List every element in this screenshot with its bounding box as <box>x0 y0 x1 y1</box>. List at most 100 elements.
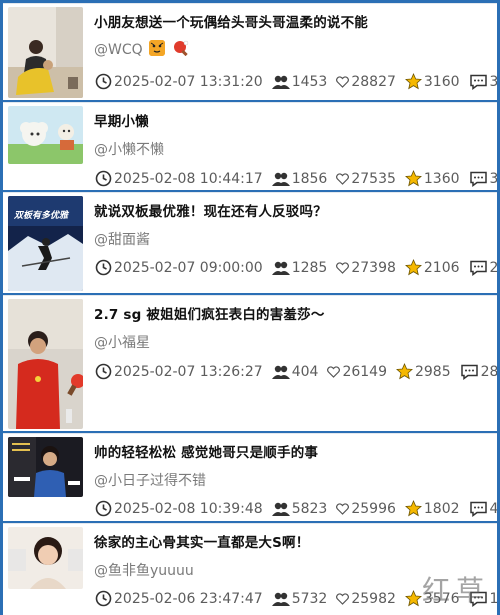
comment-icon <box>469 260 487 276</box>
post-thumbnail[interactable] <box>8 106 83 164</box>
post-card[interactable]: 小朋友想送一个玩偶给头哥头哥温柔的说不能 @WCQ 2025-02-07 13:… <box>3 3 497 100</box>
post-author[interactable]: @小福星 <box>94 332 150 352</box>
clock-icon <box>95 500 112 517</box>
post-card[interactable]: 帅的轻轻松松 感觉她哥只是顺手的事 @小日子过得不错 2025-02-08 10… <box>3 433 497 521</box>
star-icon <box>404 73 422 90</box>
heart-icon <box>336 261 350 274</box>
post-thumbnail[interactable] <box>8 7 83 98</box>
star-icon <box>396 363 413 380</box>
stars-stat[interactable]: 1360 <box>404 170 460 187</box>
likes-count: 25996 <box>351 500 396 517</box>
comments-count: 39 <box>490 74 497 90</box>
viewers-count: 404 <box>291 363 319 380</box>
heart-icon <box>336 75 350 88</box>
stars-count: 2985 <box>414 363 451 380</box>
date-stat: 2025-02-06 23:47:47 <box>95 590 263 607</box>
post-date: 2025-02-07 09:00:00 <box>114 259 263 276</box>
heart-icon <box>336 172 350 185</box>
post-date: 2025-02-08 10:39:48 <box>114 500 263 517</box>
viewers-stat: 1285 <box>271 259 328 276</box>
viewers-stat: 5732 <box>271 590 328 607</box>
clock-icon <box>95 259 112 276</box>
clock-icon <box>95 363 112 380</box>
post-author[interactable]: @WCQ <box>94 40 189 58</box>
clock-icon <box>95 590 112 607</box>
post-thumbnail[interactable] <box>8 299 83 429</box>
users-icon <box>271 502 290 516</box>
comments-stat[interactable]: 439 <box>469 501 497 517</box>
comments-stat[interactable]: 311 <box>469 171 497 187</box>
post-title[interactable]: 就说双板最优雅！现在还有人反驳吗？ <box>94 200 327 220</box>
comment-icon <box>469 501 487 517</box>
clock-icon <box>95 73 112 90</box>
comments-stat[interactable]: 283 <box>460 364 497 380</box>
thumbnail-caption: 双板有多优雅 <box>14 211 69 221</box>
viewers-count: 1453 <box>291 73 328 90</box>
post-thumbnail[interactable]: 双板有多优雅 <box>8 196 83 291</box>
stars-stat[interactable]: 2985 <box>396 363 451 380</box>
post-author[interactable]: @小懒不懒 <box>94 139 164 159</box>
post-title[interactable]: 2.7 sg 被姐姐们疯狂表白的害羞莎～ <box>94 303 325 323</box>
likes-count: 27398 <box>351 259 396 276</box>
users-icon <box>271 75 290 89</box>
likes-stat[interactable]: 27398 <box>336 260 396 276</box>
post-author[interactable]: @小日子过得不错 <box>94 470 206 490</box>
post-title[interactable]: 小朋友想送一个玩偶给头哥头哥温柔的说不能 <box>94 11 368 31</box>
stars-stat[interactable]: 2106 <box>404 259 460 276</box>
post-title[interactable]: 早期小懒 <box>94 110 149 130</box>
star-icon <box>404 170 422 187</box>
likes-count: 25982 <box>351 590 396 607</box>
author-name: @小福星 <box>94 335 150 351</box>
date-stat: 2025-02-08 10:44:17 <box>95 170 263 187</box>
post-card[interactable]: 双板有多优雅 就说双板最优雅！现在还有人反驳吗？ @甜面酱 2025-02-07… <box>3 192 497 293</box>
clock-icon <box>95 170 112 187</box>
post-stats: 2025-02-07 13:31:20 1453 28827 3160 39 <box>95 73 497 90</box>
post-author[interactable]: @鱼非鱼yuuuu <box>94 560 194 580</box>
viewers-stat: 1453 <box>271 73 328 90</box>
post-thumbnail[interactable] <box>8 527 83 589</box>
likes-stat[interactable]: 26149 <box>327 364 387 380</box>
post-date: 2025-02-06 23:47:47 <box>114 590 263 607</box>
author-name: @鱼非鱼yuuuu <box>94 563 194 579</box>
stars-count: 1802 <box>423 500 460 517</box>
stars-stat[interactable]: 3160 <box>404 73 460 90</box>
users-icon <box>271 172 290 186</box>
comment-icon <box>460 364 478 380</box>
post-title[interactable]: 帅的轻轻松松 感觉她哥只是顺手的事 <box>94 441 318 461</box>
post-thumbnail[interactable] <box>8 437 83 497</box>
comments-count: 311 <box>490 171 497 187</box>
viewers-stat: 1856 <box>271 171 327 187</box>
star-icon <box>404 590 422 607</box>
post-date: 2025-02-07 13:31:20 <box>114 73 263 90</box>
stars-stat[interactable]: 1802 <box>404 500 460 517</box>
heart-icon <box>336 502 350 515</box>
post-title[interactable]: 徐家的主心骨其实一直都是大S啊！ <box>94 531 309 551</box>
likes-count: 27535 <box>351 170 396 187</box>
author-name: @小日子过得不错 <box>94 473 206 489</box>
comments-stat[interactable]: 2920 <box>469 260 497 276</box>
comments-count: 439 <box>490 501 497 517</box>
comments-count: 283 <box>480 363 497 380</box>
likes-stat[interactable]: 25996 <box>336 501 396 517</box>
tiger-emoji-icon <box>149 40 166 56</box>
viewers-count: 1285 <box>291 259 328 276</box>
likes-stat[interactable]: 27535 <box>336 171 396 187</box>
date-stat: 2025-02-07 13:26:27 <box>95 363 263 380</box>
post-card[interactable]: 早期小懒 @小懒不懒 2025-02-08 10:44:17 1856 2753… <box>3 102 497 190</box>
date-stat: 2025-02-07 13:31:20 <box>95 73 263 90</box>
author-name: @小懒不懒 <box>94 142 164 158</box>
viewers-count: 5823 <box>291 500 328 517</box>
comment-icon <box>469 74 487 90</box>
likes-stat[interactable]: 28827 <box>336 74 396 90</box>
likes-stat[interactable]: 25982 <box>336 591 396 607</box>
post-author[interactable]: @甜面酱 <box>94 229 150 249</box>
post-stats: 2025-02-07 13:26:27 404 26149 2985 283 <box>95 363 497 380</box>
likes-count: 26149 <box>342 363 387 380</box>
users-icon <box>271 592 290 606</box>
post-card[interactable]: 2.7 sg 被姐姐们疯狂表白的害羞莎～ @小福星 2025-02-07 13:… <box>3 295 497 431</box>
viewers-stat: 5823 <box>271 500 328 517</box>
viewers-count: 5732 <box>291 590 328 607</box>
comments-count: 1063 <box>490 591 497 607</box>
comments-stat[interactable]: 39 <box>469 74 497 90</box>
stars-count: 3160 <box>423 73 460 90</box>
